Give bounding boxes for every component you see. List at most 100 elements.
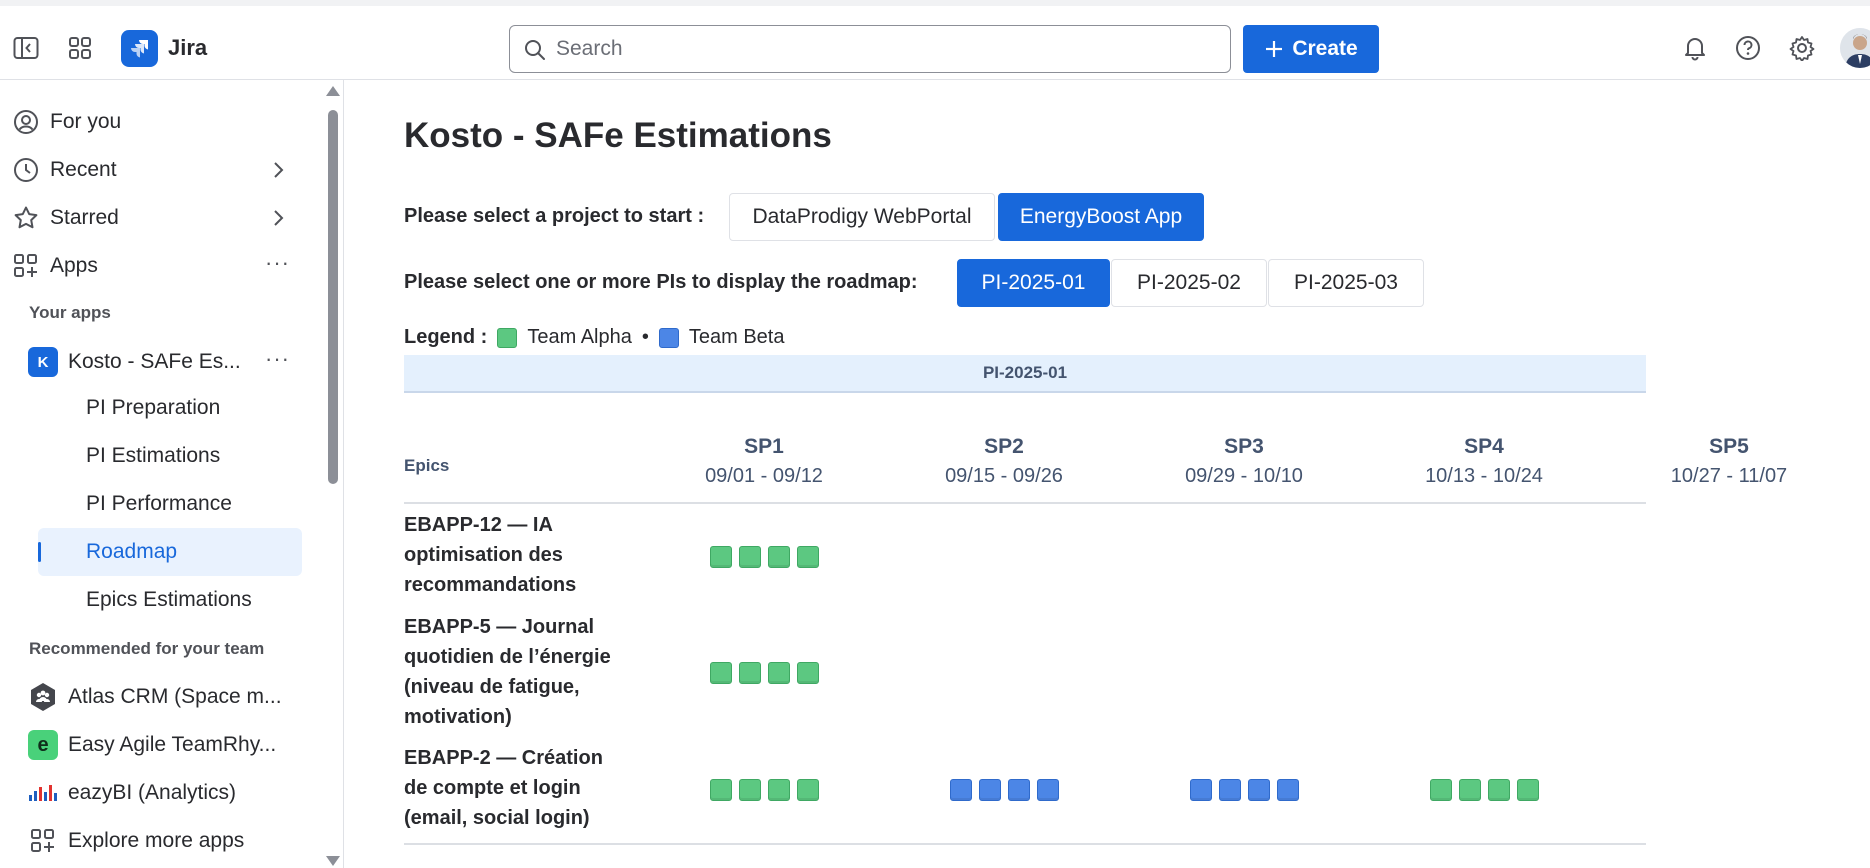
team-alpha-block[interactable] — [768, 546, 790, 568]
epic-row-label[interactable]: EBAPP-12 — IA optimisation des recommand… — [404, 510, 634, 600]
scroll-down-arrow-icon[interactable] — [326, 856, 340, 866]
more-options-icon[interactable]: ··· — [265, 346, 290, 372]
settings-gear-icon[interactable] — [1785, 31, 1819, 65]
sidebar-item-label: Explore more apps — [68, 829, 245, 852]
team-beta-block[interactable] — [979, 779, 1001, 801]
epic-3-sp4-blocks — [1430, 779, 1539, 801]
sidebar-item-epics-estimations[interactable]: Epics Estimations — [38, 576, 302, 624]
sidebar: For you Recent Starred Apps ··· Your app… — [0, 80, 344, 868]
epic-line: optimisation des — [404, 544, 563, 566]
app-name[interactable]: Jira — [168, 35, 207, 61]
team-beta-block[interactable] — [1037, 779, 1059, 801]
apps-icon — [12, 252, 40, 280]
sprint-name: SP1 — [744, 435, 784, 458]
sprint-name: SP5 — [1709, 435, 1749, 458]
epic-line: EBAPP-2 — Création — [404, 747, 603, 769]
epic-line: motivation) — [404, 706, 512, 728]
team-beta-block[interactable] — [1277, 779, 1299, 801]
sidebar-item-eazybi[interactable]: eazyBI (Analytics) — [28, 773, 236, 813]
team-alpha-block[interactable] — [739, 546, 761, 568]
sidebar-item-label: Recent — [50, 158, 117, 181]
explore-apps-icon — [28, 826, 58, 856]
team-alpha-block[interactable] — [1459, 779, 1481, 801]
chevron-right-icon[interactable] — [266, 206, 290, 230]
team-alpha-block[interactable] — [768, 662, 790, 684]
team-alpha-block[interactable] — [739, 662, 761, 684]
sidebar-item-pi-preparation[interactable]: PI Preparation — [38, 384, 302, 432]
sidebar-item-recent[interactable]: Recent — [12, 150, 117, 190]
search-input[interactable] — [556, 32, 1216, 66]
scroll-up-arrow-icon[interactable] — [326, 86, 340, 96]
pi-select-label: Please select one or more PIs to display… — [404, 271, 918, 293]
sidebar-toggle-icon[interactable] — [9, 31, 43, 65]
team-alpha-block[interactable] — [797, 779, 819, 801]
team-alpha-block[interactable] — [710, 662, 732, 684]
team-alpha-block[interactable] — [768, 779, 790, 801]
project-option-energyboost[interactable]: EnergyBoost App — [998, 193, 1204, 241]
sprint-header-sp4: SP4 10/13 - 10/24 — [1384, 435, 1584, 488]
pi-option-2025-03[interactable]: PI-2025-03 — [1268, 259, 1424, 307]
epic-3-sp3-blocks — [1190, 779, 1299, 801]
chevron-right-icon[interactable] — [266, 158, 290, 182]
pi-option-2025-01[interactable]: PI-2025-01 — [957, 259, 1110, 307]
sidebar-item-pi-estimations[interactable]: PI Estimations — [38, 432, 302, 480]
notifications-bell-icon[interactable] — [1678, 31, 1712, 65]
sprint-name: SP3 — [1224, 435, 1264, 458]
sidebar-item-kosto-app[interactable]: K Kosto - SAFe Es... — [28, 342, 241, 382]
your-apps-heading: Your apps — [29, 303, 111, 322]
team-alpha-block[interactable] — [1517, 779, 1539, 801]
sprint-dates: 09/29 - 10/10 — [1185, 465, 1303, 487]
legend-team-alpha: Team Alpha — [527, 326, 632, 348]
pi-header-band: PI-2025-01 — [404, 355, 1646, 393]
epic-row-label[interactable]: EBAPP-2 — Création de compte et login (e… — [404, 743, 634, 833]
team-alpha-block[interactable] — [1488, 779, 1510, 801]
project-option-dataprodigy[interactable]: DataProdigy WebPortal — [729, 193, 995, 241]
search-icon — [525, 40, 545, 60]
epic-row-label[interactable]: EBAPP-5 — Journal quotidien de l’énergie… — [404, 612, 634, 732]
team-beta-block[interactable] — [1190, 779, 1212, 801]
create-button[interactable]: Create — [1243, 25, 1379, 73]
team-alpha-block[interactable] — [710, 779, 732, 801]
team-alpha-block[interactable] — [710, 546, 732, 568]
more-options-icon[interactable]: ··· — [265, 250, 290, 276]
sidebar-item-for-you[interactable]: For you — [12, 102, 121, 142]
sidebar-item-easy-agile[interactable]: e Easy Agile TeamRhy... — [28, 725, 276, 765]
star-icon — [12, 204, 40, 232]
sidebar-item-roadmap[interactable]: Roadmap — [38, 528, 302, 576]
team-alpha-block[interactable] — [797, 546, 819, 568]
main-content: Kosto - SAFe Estimations Please select a… — [345, 80, 1870, 868]
app-switcher-icon[interactable] — [63, 31, 97, 65]
epic-1-sp1-blocks — [710, 546, 819, 568]
search-box[interactable] — [509, 25, 1231, 73]
epic-line: (email, social login) — [404, 807, 590, 829]
team-beta-block[interactable] — [1219, 779, 1241, 801]
epic-line: de compte et login — [404, 777, 581, 799]
sidebar-item-apps[interactable]: Apps — [12, 246, 98, 286]
plus-icon — [1266, 41, 1283, 57]
atlas-crm-icon — [28, 682, 58, 712]
pi-option-2025-02[interactable]: PI-2025-02 — [1111, 259, 1267, 307]
person-circle-icon — [12, 108, 40, 136]
epic-3-sp2-blocks — [950, 779, 1059, 801]
recommended-heading: Recommended for your team — [29, 639, 265, 658]
team-alpha-block[interactable] — [739, 779, 761, 801]
epic-2-sp1-blocks — [710, 662, 819, 684]
sidebar-item-atlas-crm[interactable]: Atlas CRM (Space m... — [28, 677, 282, 717]
header-divider — [404, 502, 1646, 504]
sidebar-item-explore-apps[interactable]: Explore more apps — [28, 821, 244, 861]
sidebar-scrollbar[interactable] — [324, 84, 340, 868]
team-alpha-block[interactable] — [797, 662, 819, 684]
scrollbar-thumb[interactable] — [328, 110, 338, 484]
team-alpha-block[interactable] — [1430, 779, 1452, 801]
sidebar-item-pi-performance[interactable]: PI Performance — [38, 480, 302, 528]
top-navigation-bar: Jira Create — [0, 0, 1870, 80]
help-icon[interactable] — [1731, 31, 1765, 65]
user-avatar[interactable] — [1840, 28, 1870, 68]
sprint-name: SP2 — [984, 435, 1024, 458]
team-beta-block[interactable] — [1248, 779, 1270, 801]
team-beta-block[interactable] — [950, 779, 972, 801]
epic-line: EBAPP-5 — Journal — [404, 616, 595, 638]
jira-logo-icon[interactable] — [121, 30, 158, 67]
sidebar-item-starred[interactable]: Starred — [12, 198, 119, 238]
team-beta-block[interactable] — [1008, 779, 1030, 801]
